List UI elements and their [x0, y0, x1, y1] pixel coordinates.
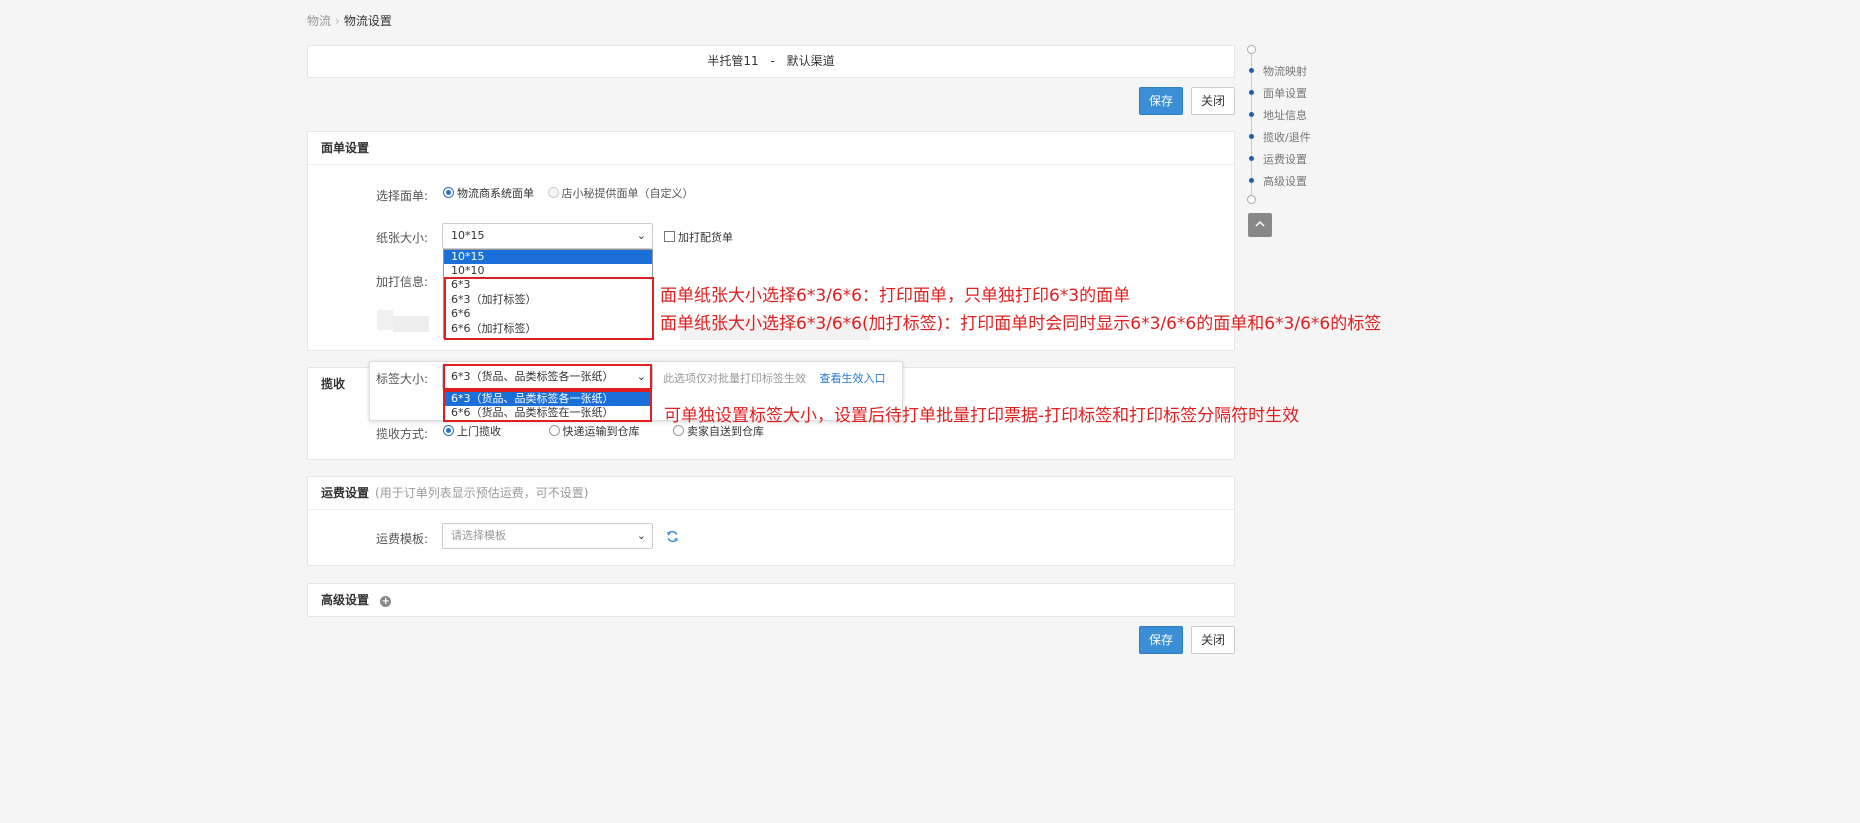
- close-button-top[interactable]: 关闭: [1191, 87, 1235, 115]
- pickup-option-group: 上门揽收 快递运输到仓库 卖家自送到仓库: [443, 423, 764, 439]
- radio-checked-icon[interactable]: [443, 425, 454, 436]
- freight-section-header: 运费设置 (用于订单列表显示预估运费，可不设置): [308, 477, 1234, 510]
- channel-title-card: 半托管11 - 默认渠道: [307, 45, 1235, 78]
- paper-size-label: 纸张大小:: [375, 231, 428, 245]
- breadcrumb-parent[interactable]: 物流: [307, 14, 331, 28]
- side-nav-item-pickup-return[interactable]: 揽收/退件: [1247, 129, 1311, 145]
- paper-size-select[interactable]: 10*15 ⌄: [442, 223, 653, 249]
- side-nav-end-node: [1247, 195, 1256, 204]
- nav-dot-icon: [1249, 156, 1254, 161]
- save-button-bottom[interactable]: 保存: [1139, 626, 1183, 654]
- radio-checked-icon[interactable]: [443, 187, 454, 198]
- label-size-label: 标签大小:: [375, 372, 428, 386]
- blurred-content: [377, 310, 393, 330]
- breadcrumb-current: 物流设置: [343, 14, 392, 28]
- pickup-option-express[interactable]: 快递运输到仓库: [548, 425, 640, 438]
- select-waybill-label: 选择面单:: [375, 189, 428, 203]
- side-nav-item-waybill[interactable]: 面单设置: [1247, 85, 1307, 101]
- freight-hint: (用于订单列表显示预估运费，可不设置): [375, 486, 589, 500]
- freight-section: 运费设置 (用于订单列表显示预估运费，可不设置): [307, 476, 1235, 566]
- channel-name: 默认渠道: [786, 54, 835, 68]
- view-effect-link[interactable]: 查看生效入口: [820, 372, 886, 385]
- refresh-icon[interactable]: [666, 530, 679, 543]
- close-button-bottom[interactable]: 关闭: [1191, 626, 1235, 654]
- highlight-box-label-options: [443, 390, 652, 422]
- nav-dot-icon: [1249, 90, 1254, 95]
- print-packing-checkbox[interactable]: 加打配货单: [664, 229, 733, 245]
- chevron-up-icon: [1255, 220, 1265, 227]
- title-dash: -: [770, 54, 775, 68]
- nav-dot-icon: [1249, 178, 1254, 183]
- radio-disabled-icon[interactable]: [547, 187, 559, 198]
- checkbox-icon[interactable]: [664, 231, 675, 242]
- annotation-paper-line1: 面单纸张大小选择6*3/6*6：打印面单，只单独打印6*3的面单: [660, 286, 1131, 306]
- paper-option[interactable]: 10*10: [444, 264, 652, 278]
- label-size-hint-row: 此选项仅对批量打印标签生效 查看生效入口: [663, 370, 886, 386]
- nav-dot-icon: [1249, 134, 1254, 139]
- annotation-paper-line2: 面单纸张大小选择6*3/6*6(加打标签)：打印面单时会同时显示6*3/6*6的…: [660, 314, 1382, 334]
- freight-template-select[interactable]: 请选择模板 ⌄: [442, 523, 653, 549]
- chevron-down-icon: ⌄: [636, 229, 646, 242]
- extra-print-label: 加打信息:: [375, 275, 428, 289]
- pickup-method-label: 揽收方式:: [375, 427, 428, 441]
- waybill-section-header: 面单设置: [308, 132, 1234, 165]
- pickup-option-self[interactable]: 卖家自送到仓库: [673, 425, 764, 438]
- breadcrumb-separator: ›: [335, 14, 340, 28]
- side-nav-item-advanced[interactable]: 高级设置: [1247, 173, 1307, 189]
- nav-dot-icon: [1249, 112, 1254, 117]
- highlight-box-paper-options: [444, 277, 654, 340]
- side-nav-item-address[interactable]: 地址信息: [1247, 107, 1307, 123]
- plus-circle-icon[interactable]: +: [380, 596, 392, 607]
- paper-option[interactable]: 10*15: [444, 250, 652, 264]
- side-nav-start-node: [1247, 45, 1256, 54]
- advanced-section: 高级设置 +: [307, 583, 1235, 617]
- freight-template-placeholder: 请选择模板: [451, 529, 506, 542]
- waybill-option-custom[interactable]: 店小秘提供面单（自定义）: [547, 187, 694, 200]
- store-name: 半托管11: [707, 54, 759, 68]
- highlight-box-label-select: [443, 364, 652, 390]
- radio-icon[interactable]: [673, 425, 684, 436]
- waybill-option-system[interactable]: 物流商系统面单: [443, 187, 534, 200]
- pickup-option-door[interactable]: 上门揽收: [443, 425, 501, 438]
- freight-template-label: 运费模板:: [375, 532, 428, 546]
- label-size-hint: 此选项仅对批量打印标签生效: [663, 372, 806, 385]
- chevron-down-icon: ⌄: [636, 529, 646, 542]
- scroll-top-button[interactable]: [1248, 213, 1272, 237]
- breadcrumb: 物流 › 物流设置: [307, 12, 392, 29]
- waybill-option-group: 物流商系统面单 店小秘提供面单（自定义）: [443, 185, 694, 201]
- side-nav-item-logistics-mapping[interactable]: 物流映射: [1247, 63, 1307, 79]
- blurred-content: [393, 316, 429, 332]
- side-nav-item-freight[interactable]: 运费设置: [1247, 151, 1307, 167]
- nav-dot-icon: [1249, 68, 1254, 73]
- advanced-section-header[interactable]: 高级设置 +: [308, 584, 1234, 617]
- paper-size-value: 10*15: [451, 229, 485, 242]
- save-button-top[interactable]: 保存: [1139, 87, 1183, 115]
- radio-icon[interactable]: [548, 425, 560, 436]
